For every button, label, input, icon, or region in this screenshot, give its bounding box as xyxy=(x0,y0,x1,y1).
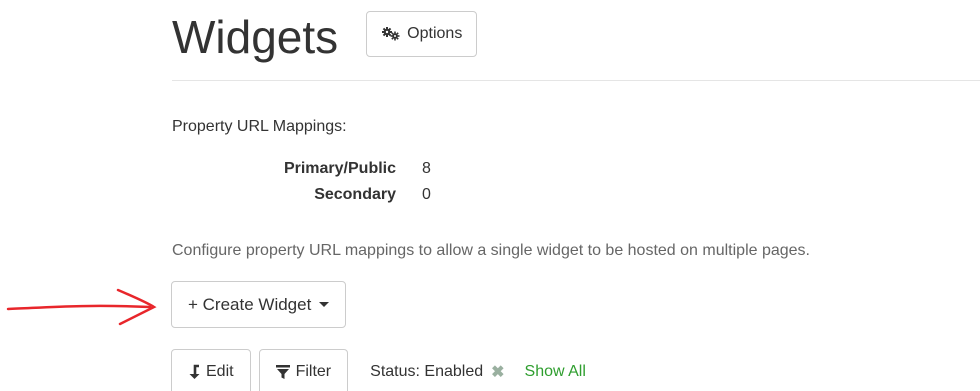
toolbar: Edit Filter Status: Enabled ✖ Show All xyxy=(171,349,586,391)
page: Widgets Options Property URL Mappings: P… xyxy=(0,0,980,391)
close-icon[interactable]: ✖ xyxy=(491,362,504,382)
mapping-label: Secondary xyxy=(314,186,396,203)
help-text: Configure property URL mappings to allow… xyxy=(172,242,810,259)
edit-button[interactable]: Edit xyxy=(171,349,251,391)
options-button[interactable]: Options xyxy=(366,11,478,57)
filter-icon xyxy=(275,364,290,380)
edit-label: Edit xyxy=(206,363,234,380)
status-filter: Status: Enabled ✖ Show All xyxy=(370,362,586,382)
mappings-table: Primary/Public 8 Secondary 0 xyxy=(172,156,431,208)
show-all-link[interactable]: Show All xyxy=(525,363,586,381)
gears-icon xyxy=(381,27,401,41)
mappings-heading: Property URL Mappings: xyxy=(172,118,347,135)
mapping-value: 8 xyxy=(422,160,431,177)
create-widget-button[interactable]: + Create Widget xyxy=(171,281,347,328)
filter-button[interactable]: Filter xyxy=(258,349,349,391)
mapping-value: 0 xyxy=(422,186,431,203)
header: Widgets Options xyxy=(172,8,478,66)
page-title: Widgets xyxy=(172,11,339,63)
status-text: Status: Enabled xyxy=(370,363,484,380)
mapping-row-primary: Primary/Public 8 xyxy=(172,156,431,182)
annotation-arrow-icon xyxy=(6,288,157,326)
header-divider xyxy=(172,80,980,81)
options-label: Options xyxy=(407,25,463,42)
mapping-label: Primary/Public xyxy=(283,160,396,177)
filter-label: Filter xyxy=(295,363,332,380)
caret-down-icon xyxy=(319,302,330,307)
create-widget-label: + Create Widget xyxy=(188,294,312,314)
mapping-row-secondary: Secondary 0 xyxy=(172,182,431,208)
level-down-icon xyxy=(188,364,200,380)
